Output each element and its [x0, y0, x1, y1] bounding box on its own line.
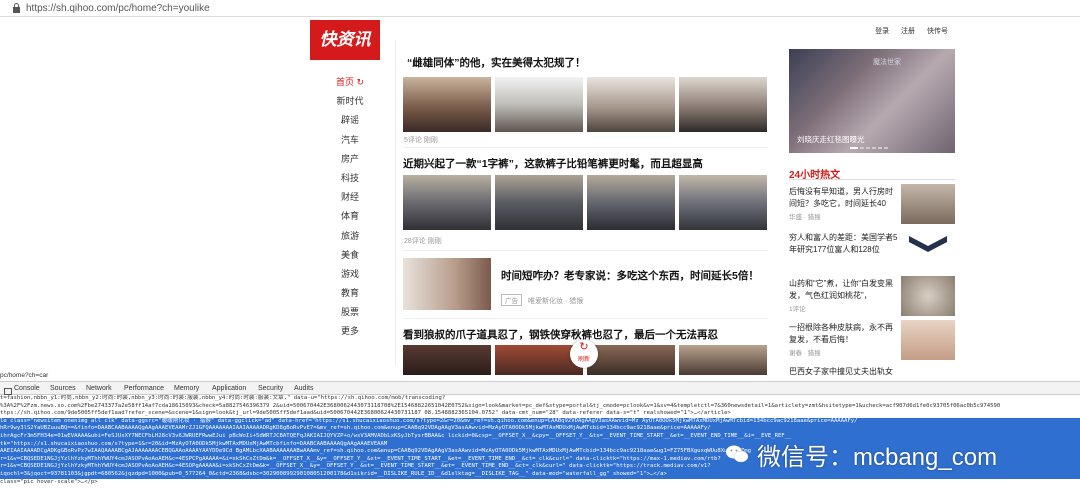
devtools-tab-network[interactable]: Network	[86, 385, 112, 392]
ad-badge: 广告	[501, 294, 522, 306]
article-meta: 28评论 刚刚	[404, 238, 442, 245]
nav-item-home[interactable]: 首页 ↻	[320, 75, 380, 94]
nav-item[interactable]: 更多	[320, 324, 380, 343]
wechat-icon	[726, 445, 749, 463]
devtools-tab-console[interactable]: Console	[14, 385, 40, 392]
article-title[interactable]: 看到狼叔的爪子道具忍了，钢铁侠穿秋裤也忍了，最后一个无法再忍	[403, 327, 718, 342]
hot-item[interactable]: 一招根除各种皮肤病，永不再复发，不看后悔！ 谢春 · 猎猴	[789, 322, 899, 360]
article-thumb[interactable]	[495, 175, 583, 230]
article-thumb[interactable]	[587, 175, 675, 230]
hot-list-divider	[789, 179, 955, 180]
nav-item[interactable]: 游戏	[320, 267, 380, 286]
hot-item[interactable]: 巴西女子家中撞见丈夫出轨女	[789, 366, 899, 378]
banner-caption: 刘晓庆走红毯图曝光	[797, 135, 865, 144]
article-thumb[interactable]	[679, 345, 767, 375]
site-logo[interactable]: 快资讯	[310, 20, 380, 60]
nav-item[interactable]: 体育	[320, 209, 380, 228]
left-nav: 首页 ↻ 新时代 辟谣 汽车 房产 科技 财经 体育 旅游 美食 游戏 教育 股…	[320, 75, 380, 344]
devtools-tab-application[interactable]: Application	[212, 385, 246, 392]
code-line-selected[interactable]: iqochl=3&jqoct=93781103&jgpdt=680562&jqz…	[0, 470, 1080, 479]
devtools-tab-security[interactable]: Security	[258, 385, 283, 392]
register-link[interactable]: 注册	[901, 28, 915, 35]
article-title[interactable]: 近期兴起了一款“1字裤”，这款裤子比铅笔裤更时髦，而且超显高	[403, 156, 703, 171]
article-title[interactable]: “雌雄同体”的他，实在美得太犯规了！	[407, 55, 586, 70]
nav-item[interactable]: 汽车	[320, 133, 380, 152]
hot-item[interactable]: 后悔没有早知道，男人行房时间短？多吃它，时间延长40 华盛 · 猎猴	[789, 186, 899, 224]
code-line-selected[interactable]: le class="newsitem onenimg all clk" data…	[0, 417, 1080, 426]
watermark: 微信号：mcbang_com	[757, 444, 998, 471]
carousel-dots[interactable]	[850, 147, 910, 150]
article-thumb[interactable]	[587, 345, 675, 375]
article-thumb[interactable]	[495, 77, 583, 132]
chevron-down-icon	[909, 236, 947, 252]
code-line: %3A%2F%2Fzm.news.so.com%2Fbe2743377a2e58…	[0, 402, 1001, 409]
status-url: pc/home?ch=car	[0, 372, 49, 379]
nav-item[interactable]: 科技	[320, 171, 380, 190]
featured-banner[interactable]: 魔法世家 刘晓庆走红毯图曝光	[789, 49, 955, 153]
nav-item[interactable]: 新时代	[320, 94, 380, 113]
nav-item[interactable]: 辟谣	[320, 113, 380, 132]
code-line: t=fashion,nbbn_y1:时尚,nbbn_y2:时尚:时装,nbbn_…	[0, 395, 446, 401]
refresh-button[interactable]: ↻ 刷新	[570, 340, 598, 368]
article-thumb[interactable]	[403, 175, 491, 230]
article-thumb[interactable]	[403, 77, 491, 132]
nav-item[interactable]: 教育	[320, 286, 380, 305]
nav-item[interactable]: 旅游	[320, 229, 380, 248]
nav-item[interactable]: 房产	[320, 152, 380, 171]
refresh-icon: ↻	[356, 77, 365, 87]
devtools-tab-memory[interactable]: Memory	[174, 385, 199, 392]
url-text[interactable]: https://sh.qihoo.com/pc/home?ch=youlike	[26, 3, 210, 14]
article-meta: 5评论 刚刚	[404, 137, 438, 144]
address-bar[interactable]: https://sh.qihoo.com/pc/home?ch=youlike	[0, 0, 1080, 17]
code-line-selected[interactable]: hRr9wy3lS2YaUBZuuuBQ==&finfo=DAABCAABAAA…	[0, 425, 1080, 433]
hot-item[interactable]: 山药和“它”煮，让你“白发变黑发，气色红润如桃花”， 1评论	[789, 278, 899, 316]
top-links: 登录 注册 快传号	[865, 26, 948, 36]
devtools-tab-audits[interactable]: Audits	[294, 385, 313, 392]
lock-icon	[13, 3, 20, 13]
hot-item[interactable]: 穷人和富人的差距：美国学者5年研究177位富人和128位	[789, 232, 899, 258]
nav-item[interactable]: 财经	[320, 190, 380, 209]
hot-thumb[interactable]	[901, 230, 955, 270]
ad-thumb[interactable]	[403, 258, 491, 310]
kuaichuan-link[interactable]: 快传号	[927, 28, 948, 35]
refresh-icon: ↻	[579, 341, 589, 353]
article-thumb[interactable]	[587, 77, 675, 132]
hot-thumb[interactable]	[901, 184, 955, 224]
hot-thumb[interactable]	[901, 320, 955, 360]
nav-item[interactable]: 股票	[320, 305, 380, 324]
login-link[interactable]: 登录	[875, 28, 889, 35]
article-divider	[403, 318, 768, 319]
ad-meta: 广告 唯爱斯化妆 · 猎猴	[501, 294, 583, 306]
article-thumb[interactable]	[679, 175, 767, 230]
devtools-tabbar: Console Sources Network Performance Memo…	[0, 381, 1080, 395]
banner-tag: 魔法世家	[873, 59, 901, 66]
article-thumb[interactable]	[403, 345, 491, 375]
article-thumb[interactable]	[679, 77, 767, 132]
code-line: ttps://sh.qihoo.com/9de5005ff5def1aad?re…	[0, 410, 731, 417]
nav-item[interactable]: 美食	[320, 248, 380, 267]
ad-title[interactable]: 时间短咋办？老专家说：多吃这个东西，时间延长5倍！	[501, 268, 759, 283]
nav-divider	[395, 40, 396, 365]
code-line: class="pic hover-scale">…</p>	[0, 478, 98, 485]
article-divider	[403, 147, 768, 148]
hot-thumb[interactable]	[901, 276, 955, 316]
devtools-tab-sources[interactable]: Sources	[50, 385, 76, 392]
devtools-tab-performance[interactable]: Performance	[124, 385, 164, 392]
article-divider	[403, 250, 768, 251]
